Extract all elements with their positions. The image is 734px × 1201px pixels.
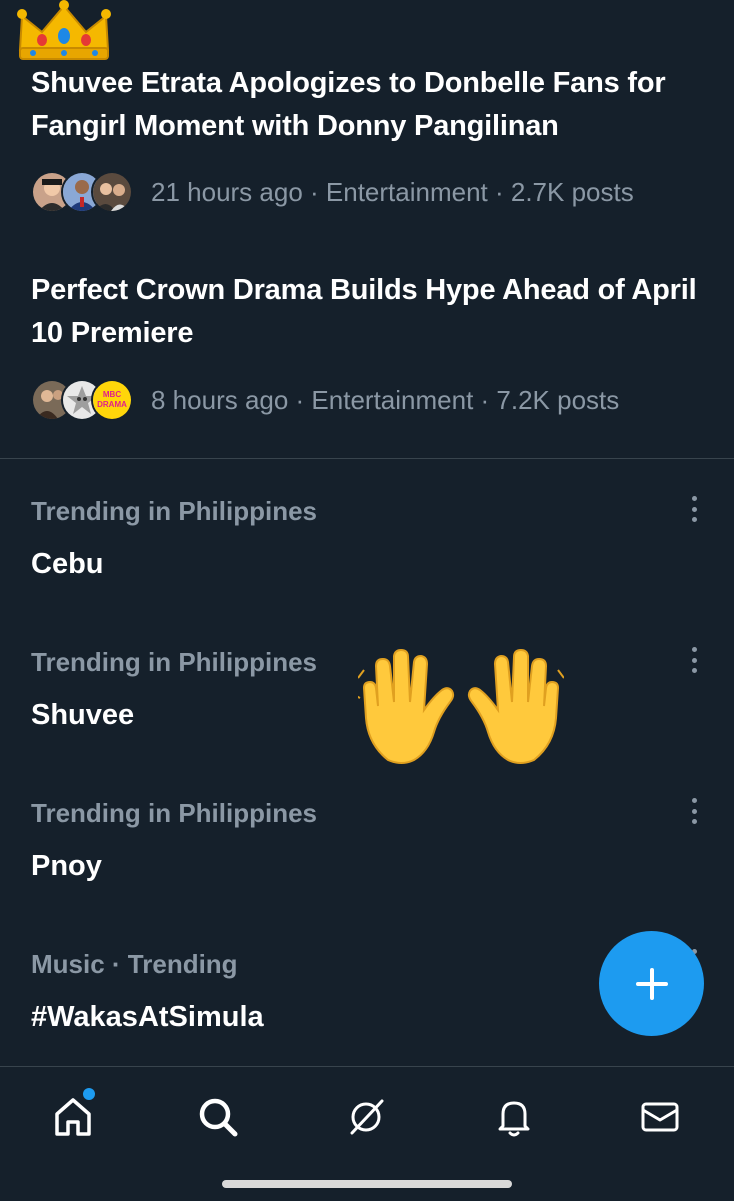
nav-notifications-button[interactable] xyxy=(484,1087,544,1147)
raising-hands-emoji-icon xyxy=(358,648,564,764)
section-divider xyxy=(0,458,734,459)
news-meta-1: 21 hours ago · Entertainment · 2.7K post… xyxy=(31,170,634,214)
crown-emoji-icon xyxy=(17,0,111,60)
more-options-icon[interactable] xyxy=(684,494,704,524)
compose-button[interactable] xyxy=(599,931,704,1036)
trend-name: Pnoy xyxy=(31,850,102,882)
news-item-1[interactable]: Shuvee Etrata Apologizes to Donbelle Fan… xyxy=(31,62,704,148)
avatar xyxy=(91,171,133,213)
search-icon xyxy=(199,1098,238,1137)
trend-context: Trending in Philippines xyxy=(31,798,318,828)
news-item-2[interactable]: Perfect Crown Drama Builds Hype Ahead of… xyxy=(31,269,704,355)
avatar-group xyxy=(31,171,133,213)
news-meta-2: MBC DRAMA 8 hours ago · Entertainment · … xyxy=(31,378,619,422)
notifications-icon xyxy=(498,1101,530,1137)
home-indicator[interactable] xyxy=(222,1180,512,1188)
home-icon xyxy=(55,1098,91,1136)
news-title: Shuvee Etrata Apologizes to Donbelle Fan… xyxy=(31,67,666,142)
messages-icon xyxy=(641,1102,679,1132)
news-meta-text: 21 hours ago · Entertainment · 2.7K post… xyxy=(151,176,634,207)
mbc-logo-text: MBC xyxy=(103,390,121,399)
avatar-group: MBC DRAMA xyxy=(31,379,133,421)
home-unread-dot xyxy=(83,1088,95,1100)
nav-grok-button[interactable] xyxy=(336,1087,396,1147)
trend-item-cebu[interactable]: Trending in Philippines Cebu xyxy=(31,494,704,584)
news-title: Perfect Crown Drama Builds Hype Ahead of… xyxy=(31,274,697,349)
nav-explore-button[interactable] xyxy=(188,1087,248,1147)
more-options-icon[interactable] xyxy=(684,645,704,675)
avatar: MBC DRAMA xyxy=(91,379,133,421)
trend-item-pnoy[interactable]: Trending in Philippines Pnoy xyxy=(31,796,704,886)
drama-logo-text: DRAMA xyxy=(97,400,127,409)
trend-context: Trending in Philippines xyxy=(31,496,318,526)
grok-icon xyxy=(350,1099,384,1135)
more-options-icon[interactable] xyxy=(684,796,704,826)
trend-name: Cebu xyxy=(31,548,104,580)
nav-messages-button[interactable] xyxy=(630,1087,690,1147)
news-meta-text: 8 hours ago · Entertainment · 7.2K posts xyxy=(151,384,620,415)
plus-icon xyxy=(635,967,668,1000)
